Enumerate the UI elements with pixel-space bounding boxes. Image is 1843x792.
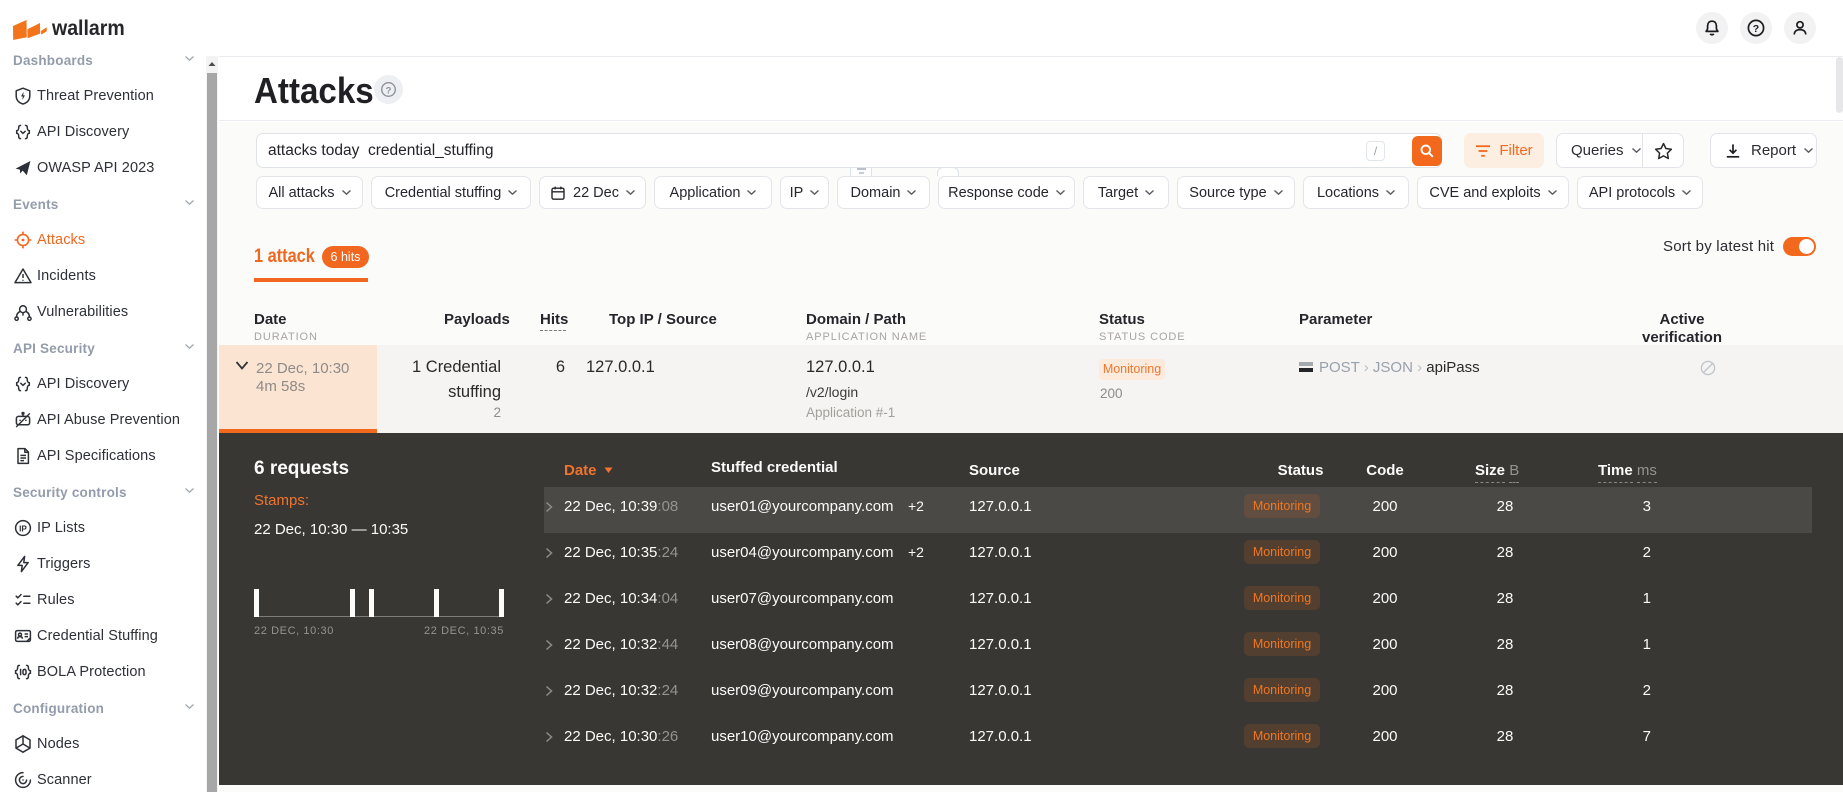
svg-text:?: ? [386, 85, 392, 96]
svg-text:IP: IP [19, 524, 27, 533]
svg-text:?: ? [1753, 23, 1759, 35]
